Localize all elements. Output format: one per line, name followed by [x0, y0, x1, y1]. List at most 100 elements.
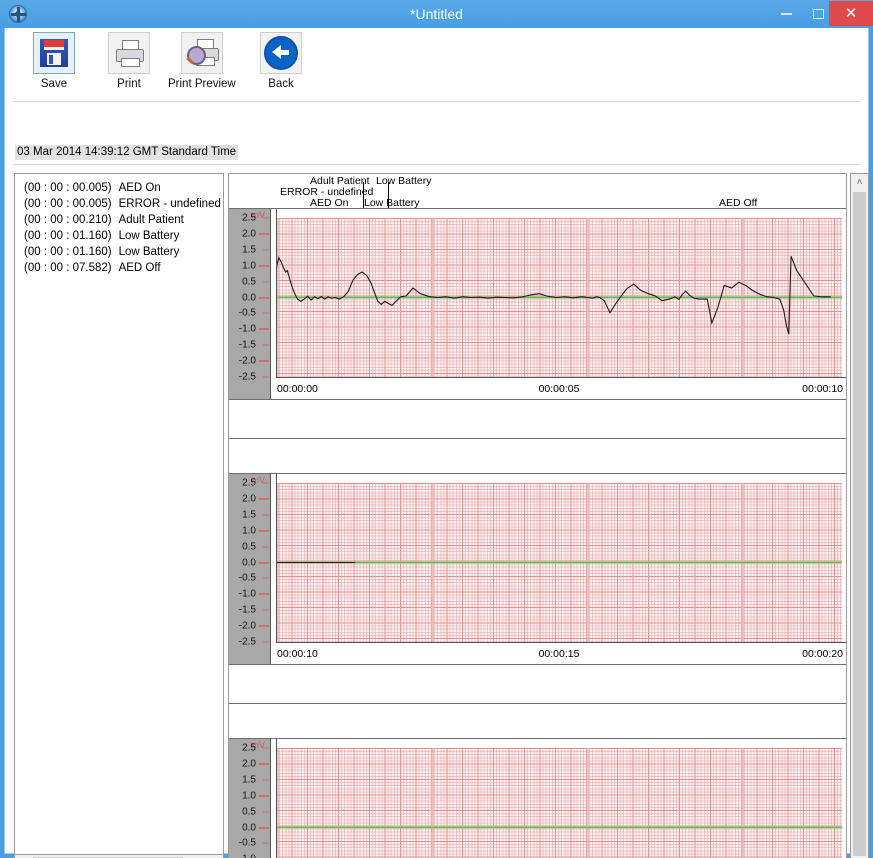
- print-button[interactable]: Print: [108, 32, 150, 90]
- event-time: (00 : 00 : 00.210): [24, 214, 112, 226]
- ecg-waveform: [276, 561, 842, 564]
- chart-plot-row: mV2.52.01.51.00.50.0-0.5-1.0-1.5-2.0-2.5…: [229, 209, 846, 399]
- y-axis-tick-label: -0.5: [238, 572, 256, 584]
- y-axis-tick-label: 2.0: [242, 758, 256, 770]
- y-axis-tick-label: 1.0: [242, 525, 256, 537]
- event-label: AED Off: [118, 262, 161, 274]
- print-preview-button-label: Print Preview: [168, 78, 236, 90]
- y-axis-tick-label: 0.5: [242, 541, 256, 553]
- title-bar: *Untitled ✕: [0, 0, 873, 28]
- y-axis-tick-label: 2.0: [242, 228, 256, 240]
- event-time: (00 : 00 : 00.005): [24, 182, 112, 194]
- floppy-disk-icon: [40, 39, 68, 67]
- y-axis-tick-mark: [259, 826, 269, 829]
- y-axis-tick-mark: [263, 217, 269, 219]
- list-item[interactable]: (00 : 00 : 00.210) Adult Patient: [15, 212, 223, 228]
- y-axis-tick-mark: [259, 360, 269, 363]
- y-axis-tick-mark: [263, 577, 269, 579]
- back-button[interactable]: Back: [260, 32, 302, 90]
- y-axis-tick-label: -0.5: [238, 837, 256, 849]
- chart-vscrollbar[interactable]: ˄ ˅: [850, 173, 869, 858]
- back-arrow-icon: [264, 36, 298, 70]
- chart-panel: ERROR - undefined Adult Patient Low Batter…: [229, 174, 846, 399]
- y-axis-line: [276, 209, 277, 378]
- list-item[interactable]: (00 : 00 : 00.005) AED On: [15, 180, 223, 196]
- x-axis-line: [276, 642, 846, 643]
- y-axis-tick-mark: [263, 376, 269, 378]
- y-axis-line: [276, 474, 277, 643]
- chart-panel-separator: [229, 664, 846, 704]
- event-label: Adult Patient: [118, 214, 184, 226]
- y-axis-tick-mark: [259, 264, 269, 267]
- y-axis-tick-label: 2.5: [242, 477, 256, 489]
- save-button[interactable]: Save: [33, 32, 75, 90]
- y-axis-tick-mark: [263, 641, 269, 643]
- y-axis-tick-label: -1.0: [238, 323, 256, 335]
- y-axis-tick-label: 2.5: [242, 212, 256, 224]
- chart-plot-area[interactable]: 00:00:00 00:00:05 00:00:10: [272, 209, 846, 399]
- chart-annotation-label: AED Off: [719, 197, 758, 209]
- y-axis-tick-label: 2.5: [242, 742, 256, 754]
- list-item[interactable]: (00 : 00 : 00.005) ERROR - undefined: [15, 196, 223, 212]
- y-axis-tick-label: 0.5: [242, 806, 256, 818]
- chart-plot-area[interactable]: 00:00:10 00:00:15 00:00:20: [272, 474, 846, 664]
- y-axis-tick-label: -2.5: [238, 636, 256, 648]
- list-item[interactable]: (00 : 00 : 07.582) AED Off: [15, 260, 223, 276]
- x-axis-line: [276, 377, 846, 378]
- x-axis-tick-label: 00:00:05: [538, 383, 580, 395]
- timestamp-label: 03 Mar 2014 14:39:12 GMT Standard Time: [15, 145, 239, 160]
- list-item[interactable]: (00 : 00 : 01.160) Low Battery: [15, 228, 223, 244]
- chart-annotation-label: Low Battery: [364, 197, 420, 209]
- chart-annotation-strip: [229, 439, 846, 474]
- y-axis-tick-label: 0.5: [242, 276, 256, 288]
- event-label: Low Battery: [118, 246, 180, 258]
- print-preview-button-face: [180, 32, 223, 74]
- chart-annotation-strip: [229, 704, 846, 739]
- toolbar: Save Print Print Preview Back: [5, 28, 868, 103]
- status-divider: [13, 164, 860, 165]
- scroll-up-icon[interactable]: ˄: [851, 174, 868, 191]
- y-axis-tick-label: -1.0: [239, 854, 256, 858]
- y-axis-tick-mark: [259, 794, 269, 797]
- chart-panel-separator: [229, 399, 846, 439]
- y-axis-tick-mark: [263, 747, 269, 749]
- printer-icon: [114, 40, 144, 67]
- y-axis-tick-mark: [263, 482, 269, 484]
- y-axis-tick-label: 1.5: [242, 244, 256, 256]
- x-axis-tick-label: 00:00:10: [802, 383, 843, 395]
- y-axis-tick-mark: [259, 232, 269, 235]
- save-button-label: Save: [40, 78, 68, 90]
- y-axis-tick-mark: [263, 344, 269, 346]
- y-axis-tick-mark: [259, 762, 269, 765]
- x-axis-tick-label: 00:00:15: [538, 648, 580, 660]
- y-axis-tick-label: 1.0: [242, 260, 256, 272]
- y-axis-tick-label: -2.5: [238, 371, 256, 383]
- y-axis-tick-mark: [263, 312, 269, 314]
- close-button[interactable]: ✕: [829, 1, 873, 26]
- y-axis-tick-mark: [259, 328, 269, 331]
- y-axis-tick-label: 1.0: [242, 790, 256, 802]
- event-list-hscrollbar[interactable]: ‹ ›: [14, 854, 224, 858]
- event-list[interactable]: (00 : 00 : 00.005) AED On (00 : 00 : 00.00…: [14, 173, 224, 858]
- chart-annotation-label: Low Battery: [376, 175, 432, 187]
- y-axis-tick-label: -1.5: [238, 339, 256, 351]
- y-axis-tick-mark: [259, 593, 269, 596]
- y-axis-tick-mark: [263, 779, 269, 781]
- x-axis-tick-label: 00:00:10: [277, 648, 318, 660]
- y-axis-tick-mark: [263, 546, 269, 548]
- list-item[interactable]: (00 : 00 : 01.160) Low Battery: [15, 244, 223, 260]
- chart-annotation-label: Adult Patient: [310, 175, 370, 187]
- print-button-label: Print: [117, 78, 141, 90]
- chart-plot-area[interactable]: 00:00:2000:00:2500:00:30: [272, 739, 846, 858]
- y-axis-tick-label: 0.0: [242, 292, 256, 303]
- y-axis-tick-label: -1.0: [238, 588, 256, 600]
- print-preview-button[interactable]: Print Preview: [168, 32, 236, 90]
- y-axis-tick-label: -1.5: [238, 604, 256, 616]
- vscroll-thumb[interactable]: [853, 192, 866, 856]
- event-time: (00 : 00 : 00.005): [24, 198, 112, 210]
- y-axis-tick-label: -2.0: [238, 620, 256, 632]
- minimize-button[interactable]: [771, 1, 801, 26]
- client-area: Save Print Print Preview Back 03 Mar 201…: [4, 28, 869, 858]
- y-axis-tick-mark: [263, 249, 269, 251]
- y-axis-tick-mark: [263, 514, 269, 516]
